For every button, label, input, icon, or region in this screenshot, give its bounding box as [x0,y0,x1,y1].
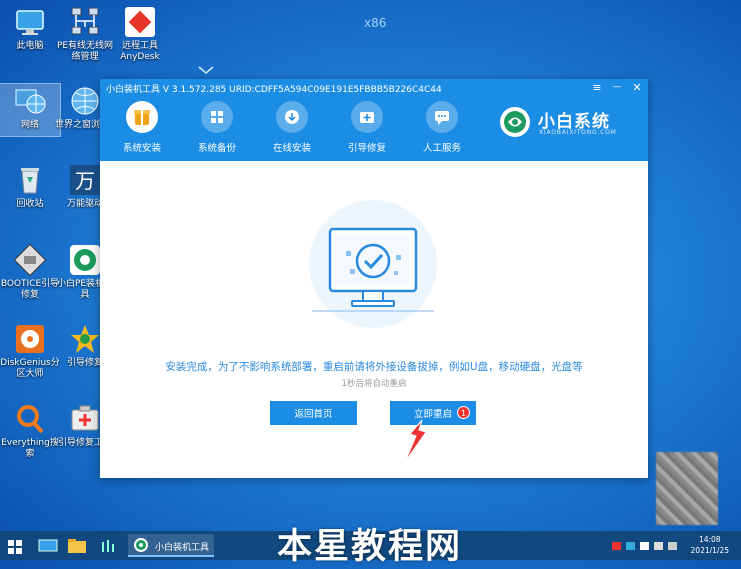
tab-customer-service[interactable]: 人工服务 [407,101,477,154]
desktop-x86-label: x86 [364,16,387,30]
tab-boot-repair[interactable]: 引导修复 [332,101,402,154]
download-icon [276,101,308,133]
tab-system-backup[interactable]: 系统备份 [182,101,252,154]
install-icon [126,101,158,133]
windows-logo-icon [201,101,233,133]
anydesk-icon [123,5,157,39]
window-header: 小白装机工具 V 3.1.572.285 URID:CDFF5A594C09E1… [100,79,648,161]
installer-window: 小白装机工具 V 3.1.572.285 URID:CDFF5A594C09E1… [100,79,648,478]
tab-system-install[interactable]: 系统安装 [107,101,177,154]
countdown-text: 1秒后将自动重启 [341,379,407,389]
desktop-icon-everything[interactable]: Everything搜索 [0,402,60,460]
browser-globe-icon [68,84,102,118]
wifi-manager-icon[interactable] [100,538,120,554]
desktop-icon-network-manager[interactable]: PE有线无线网络管理 [55,5,115,63]
brand-logo: 小白系统 XIAOBAIXITONG.COM [498,105,616,143]
computer-icon [13,5,47,39]
recycle-bin-icon [13,163,47,197]
tab-online-install[interactable]: 在线安装 [257,101,327,154]
taskbar-task-xiaobai[interactable]: 小白装机工具 [128,534,214,557]
network-globe-icon [13,84,47,118]
xiaobai-small-icon [134,538,148,552]
system-clock[interactable]: 14:08 2021/1/25 [691,534,729,556]
start-button[interactable] [8,539,22,558]
boot-repair-icon [68,322,102,356]
desktop-icon-anydesk[interactable]: 远程工具AnyDesk [110,5,170,63]
step-badge: 1 [457,406,470,419]
close-button[interactable]: ✕ [630,81,644,94]
desktop-icon-computer[interactable]: 此电脑 [0,5,60,52]
menu-button[interactable]: ≡ [590,81,604,94]
pointer-arrow-icon [404,419,427,463]
xiaobai-logo-icon [500,107,530,137]
windows-start-icon [8,540,22,554]
bootice-icon [13,243,47,277]
blurred-thumbnail [656,452,718,525]
svg-text:万: 万 [75,169,95,193]
completion-message: 安装完成，为了不影响系统部署，重启前请将外接设备拔掉，例如U盘，移动硬盘，光盘等 [165,361,583,373]
network-manager-icon [68,5,102,39]
desktop-taskbar-icon[interactable] [38,538,58,554]
boot-repair-tool-icon [68,402,102,436]
diskgenius-icon [13,322,47,356]
driver-icon: 万 [68,163,102,197]
minimize-button[interactable]: — [610,82,624,92]
xiaobai-pe-icon [68,243,102,277]
desktop-icon-recycle-bin[interactable]: 回收站 [0,163,60,210]
desktop-icon-bootice[interactable]: BOOTICE引导修复 [0,243,60,301]
desktop-icon-diskgenius[interactable]: DiskGenius分区大师 [0,322,60,380]
site-watermark: 本星教程网 [277,527,463,567]
install-complete-illustration [309,200,437,328]
back-home-button[interactable]: 返回首页 [270,401,357,425]
chevron-down-icon [198,66,214,74]
window-title: 小白装机工具 V 3.1.572.285 URID:CDFF5A594C09E1… [106,85,442,95]
chat-icon [426,101,458,133]
repair-kit-icon [351,101,383,133]
file-explorer-icon[interactable] [67,538,87,554]
system-tray-icons[interactable] [612,540,688,552]
everything-search-icon [13,402,47,436]
desktop-icon-network[interactable]: 网络 [0,83,61,137]
